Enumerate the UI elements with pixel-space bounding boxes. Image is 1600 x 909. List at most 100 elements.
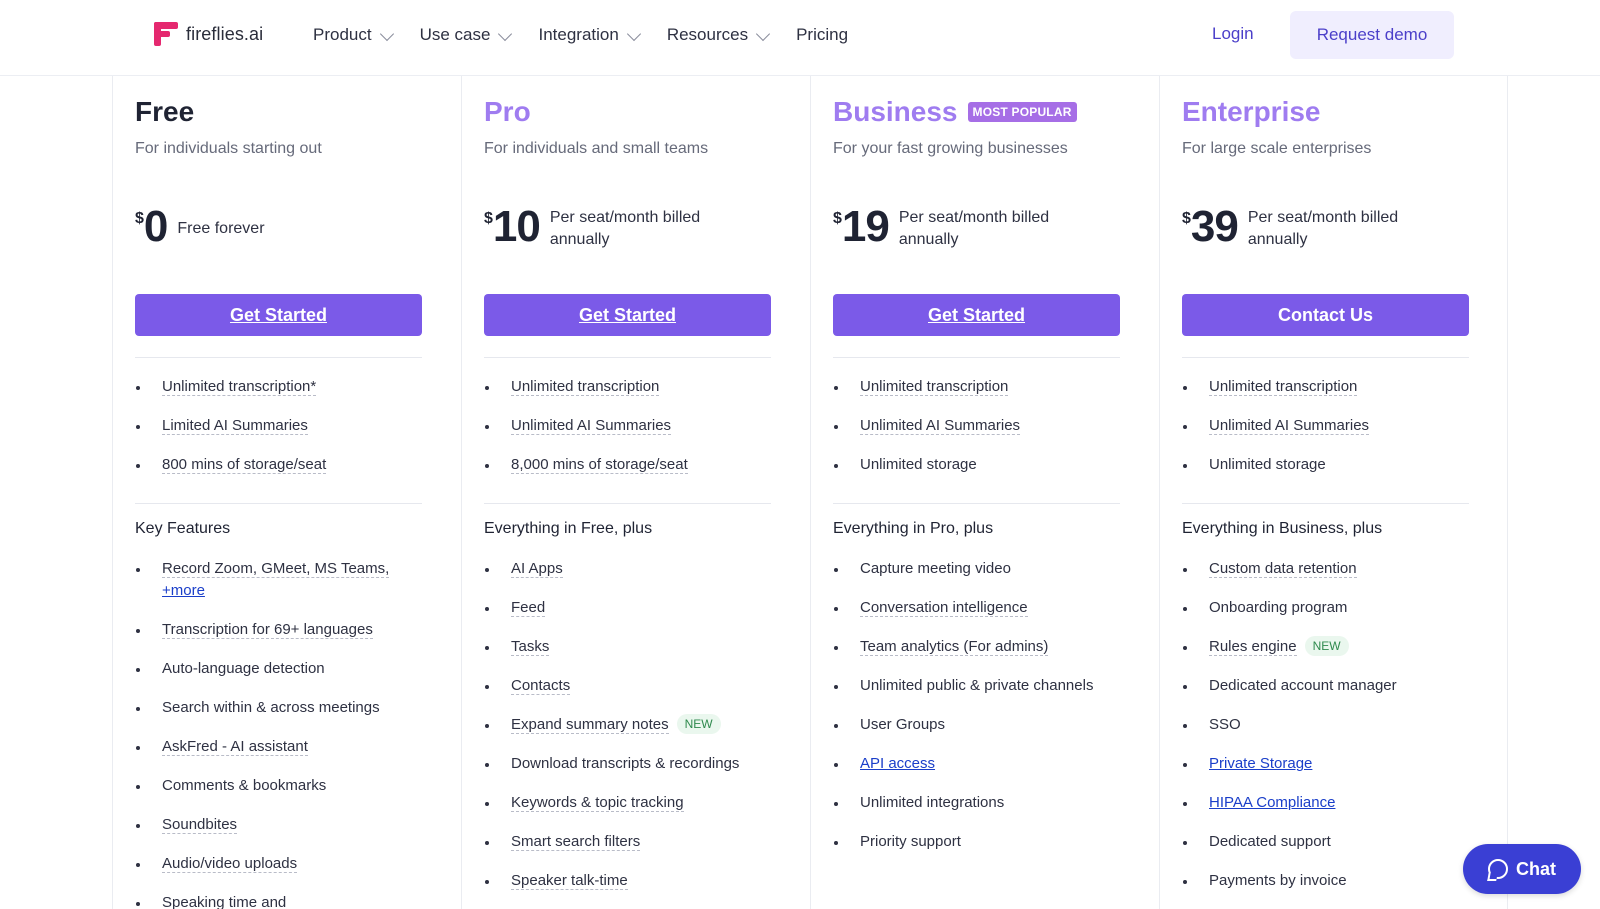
logo-text: fireflies.ai: [186, 23, 264, 44]
most-popular-badge: MOST POPULAR: [967, 102, 1077, 122]
feature-label[interactable]: Unlimited AI Summaries: [860, 417, 1021, 435]
plan-title: Enterprise: [1182, 96, 1321, 128]
feature-label[interactable]: Soundbites: [162, 816, 238, 834]
request-demo-button[interactable]: Request demo: [1290, 11, 1454, 59]
button-label: Get Started: [229, 304, 328, 325]
get-started-button[interactable]: Get Started: [484, 294, 771, 336]
divider: [1182, 503, 1469, 504]
plan-title: Free: [135, 96, 194, 128]
list-item: Rules engine NEW: [1182, 636, 1469, 658]
logo[interactable]: fireflies.ai: [154, 22, 263, 46]
api-access-link[interactable]: API access: [860, 755, 935, 772]
list-item: Search within & across meetings: [135, 697, 422, 719]
feature-label: Dedicated support: [1209, 833, 1331, 850]
nav-integration[interactable]: Integration: [538, 22, 641, 48]
feature-label[interactable]: Audio/video uploads: [162, 855, 298, 873]
feature-label[interactable]: Keywords & topic tracking: [511, 794, 684, 812]
divider: [833, 357, 1120, 358]
new-badge: NEW: [676, 714, 721, 734]
feature-label[interactable]: 8,000 mins of storage/seat: [511, 456, 688, 474]
list-item: Contacts: [484, 675, 771, 697]
list-item: Private Storage: [1182, 753, 1469, 775]
feature-label[interactable]: Limited AI Summaries: [162, 417, 308, 435]
plan-card-pro: Pro For individuals and small teams $ 10…: [461, 76, 810, 909]
feature-label[interactable]: Speaking time and: [162, 894, 287, 909]
price-currency: $: [833, 210, 842, 227]
plan-name: Pro: [484, 96, 531, 127]
price-description: Per seat/month billed annually: [1247, 209, 1399, 248]
nav-label: Product: [313, 25, 372, 44]
chevron-down-icon: [756, 26, 771, 41]
feature-label: Capture meeting video: [860, 560, 1011, 577]
feature-label: Auto-language detection: [162, 660, 325, 677]
feature-label[interactable]: Feed: [511, 599, 546, 617]
button-label: Contact Us: [1277, 304, 1373, 325]
feature-label[interactable]: Transcription for 69+ languages: [162, 621, 373, 639]
list-item: Speaking time and: [135, 892, 422, 909]
list-item: Record Zoom, GMeet, MS Teams, +more: [135, 558, 422, 602]
list-item: AI Apps: [484, 558, 771, 580]
login-link[interactable]: Login: [1212, 24, 1254, 44]
feature-label[interactable]: Expand summary notes: [511, 716, 669, 734]
list-item: Transcription for 69+ languages: [135, 619, 422, 641]
features-list: Record Zoom, GMeet, MS Teams, +more Trans…: [135, 558, 422, 909]
price-currency: $: [484, 210, 493, 227]
nav-use-case[interactable]: Use case: [420, 22, 513, 48]
plan-name: Business: [833, 96, 958, 127]
list-item: Dedicated account manager: [1182, 675, 1469, 697]
nav-product[interactable]: Product: [313, 22, 394, 48]
feature-label[interactable]: Speaker talk-time: [511, 872, 628, 890]
feature-label: Download transcripts & recordings: [511, 755, 740, 772]
feature-label: SSO: [1209, 716, 1241, 733]
list-item: Tasks: [484, 636, 771, 658]
price-description: Per seat/month billed annually: [898, 209, 1050, 248]
list-item: Audio/video uploads: [135, 853, 422, 875]
list-item: HIPAA Compliance: [1182, 792, 1469, 814]
chevron-down-icon: [379, 26, 394, 41]
plan-subtitle: For individuals starting out: [135, 140, 322, 157]
feature-label[interactable]: Smart search filters: [511, 833, 641, 851]
feature-label[interactable]: Team analytics (For admins): [860, 638, 1049, 656]
feature-label: Comments & bookmarks: [162, 777, 327, 794]
feature-label[interactable]: Unlimited transcription: [511, 378, 660, 396]
basics-list: Unlimited transcription Unlimited AI Sum…: [484, 376, 771, 493]
list-item: Expand summary notes NEW: [484, 714, 771, 736]
list-item: Onboarding program: [1182, 597, 1469, 619]
feature-label[interactable]: Unlimited transcription: [860, 378, 1009, 396]
hipaa-compliance-link[interactable]: HIPAA Compliance: [1209, 794, 1335, 811]
get-started-button[interactable]: Get Started: [833, 294, 1120, 336]
private-storage-link[interactable]: Private Storage: [1209, 755, 1312, 772]
nav-resources[interactable]: Resources: [667, 22, 771, 48]
feature-label[interactable]: AI Apps: [511, 560, 563, 578]
feature-label[interactable]: Unlimited transcription: [1209, 378, 1358, 396]
feature-label[interactable]: Custom data retention: [1209, 560, 1357, 578]
nav-pricing[interactable]: Pricing: [796, 22, 848, 48]
feature-label[interactable]: Record Zoom, GMeet, MS Teams,: [162, 560, 390, 578]
plan-subtitle: For your fast growing businesses: [833, 140, 1068, 157]
plan-name: Enterprise: [1182, 96, 1321, 127]
features-list: AI Apps Feed Tasks Contacts Expand summa…: [484, 558, 771, 909]
list-item: Priority support: [833, 831, 1120, 853]
feature-label[interactable]: Conversation intelligence: [860, 599, 1028, 617]
list-item: Keywords & topic tracking: [484, 792, 771, 814]
get-started-button[interactable]: Get Started: [135, 294, 422, 336]
more-link[interactable]: +more: [162, 582, 205, 599]
feature-label[interactable]: Unlimited AI Summaries: [511, 417, 672, 435]
price-row: $ 39 Per seat/month billed annually: [1182, 204, 1428, 251]
list-item: Unlimited transcription: [484, 376, 771, 398]
list-item: Unlimited storage: [833, 454, 1120, 476]
feature-label[interactable]: Tasks: [511, 638, 550, 656]
divider: [135, 357, 422, 358]
feature-label[interactable]: Rules engine: [1209, 638, 1297, 656]
feature-label[interactable]: Unlimited AI Summaries: [1209, 417, 1370, 435]
feature-label[interactable]: Unlimited transcription*: [162, 378, 317, 396]
feature-label[interactable]: AskFred - AI assistant: [162, 738, 308, 756]
section-heading: Everything in Free, plus: [484, 520, 653, 537]
contact-us-button[interactable]: Contact Us: [1182, 294, 1469, 336]
feature-label[interactable]: Contacts: [511, 677, 571, 695]
feature-label[interactable]: 800 mins of storage/seat: [162, 456, 327, 474]
feature-label: Search within & across meetings: [162, 699, 380, 716]
plan-title: Business MOST POPULAR: [833, 96, 1077, 128]
list-item: Comments & bookmarks: [135, 775, 422, 797]
chat-button[interactable]: Chat: [1463, 844, 1581, 894]
